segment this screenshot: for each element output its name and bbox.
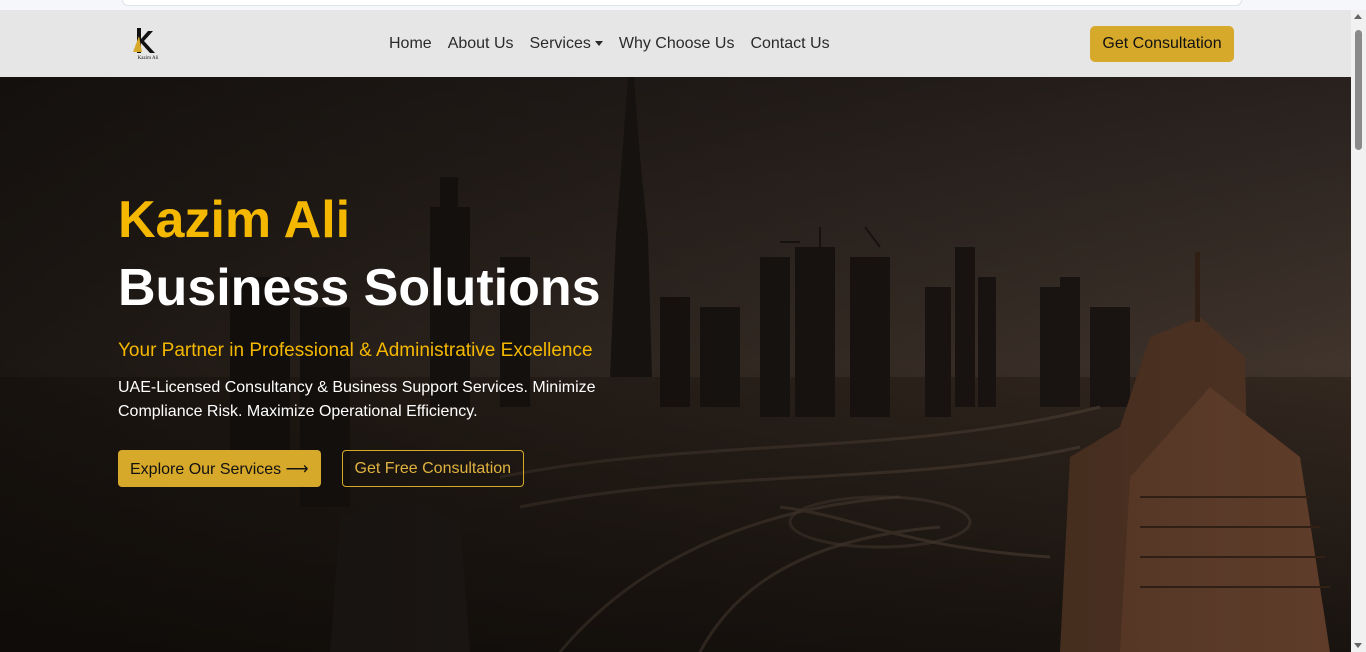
browser-address-pill bbox=[122, 0, 1242, 6]
scroll-up-icon[interactable] bbox=[1354, 14, 1362, 19]
hero-title-main: Business Solutions bbox=[118, 259, 601, 317]
browser-top-strip bbox=[0, 0, 1366, 10]
site-navbar: Kazim Ali Home About Us Services Why Cho… bbox=[0, 10, 1351, 77]
main-nav: Home About Us Services Why Choose Us Con… bbox=[381, 10, 838, 77]
nav-services[interactable]: Services bbox=[522, 35, 611, 53]
nav-services-label: Services bbox=[529, 34, 591, 52]
nav-contact-us[interactable]: Contact Us bbox=[742, 35, 837, 53]
logo-caption: Kazim Ali bbox=[138, 56, 159, 61]
hero-content: Kazim Ali Business Solutions Your Partne… bbox=[118, 190, 678, 487]
scroll-down-icon[interactable] bbox=[1354, 643, 1362, 648]
nav-about-us[interactable]: About Us bbox=[440, 35, 522, 53]
hero-section: Kazim Ali Business Solutions Your Partne… bbox=[0, 77, 1351, 652]
explore-services-button[interactable]: Explore Our Services ⟶ bbox=[118, 450, 321, 487]
chevron-down-icon bbox=[594, 40, 603, 46]
scrollbar-thumb[interactable] bbox=[1355, 30, 1362, 150]
nav-home[interactable]: Home bbox=[381, 35, 440, 53]
nav-why-choose-us[interactable]: Why Choose Us bbox=[611, 35, 743, 53]
kazim-ali-logo[interactable]: Kazim Ali bbox=[130, 26, 166, 62]
page-scrollbar[interactable] bbox=[1351, 10, 1366, 652]
hero-title-brand: Kazim Ali bbox=[118, 191, 351, 249]
hero-subtitle: Your Partner in Professional & Administr… bbox=[118, 340, 593, 361]
hero-buttons: Explore Our Services ⟶ Get Free Consulta… bbox=[118, 450, 678, 487]
logo-icon: Kazim Ali bbox=[133, 28, 159, 61]
get-consultation-button[interactable]: Get Consultation bbox=[1090, 26, 1234, 62]
hero-description: UAE-Licensed Consultancy & Business Supp… bbox=[118, 379, 596, 420]
get-free-consultation-button[interactable]: Get Free Consultation bbox=[341, 450, 525, 487]
